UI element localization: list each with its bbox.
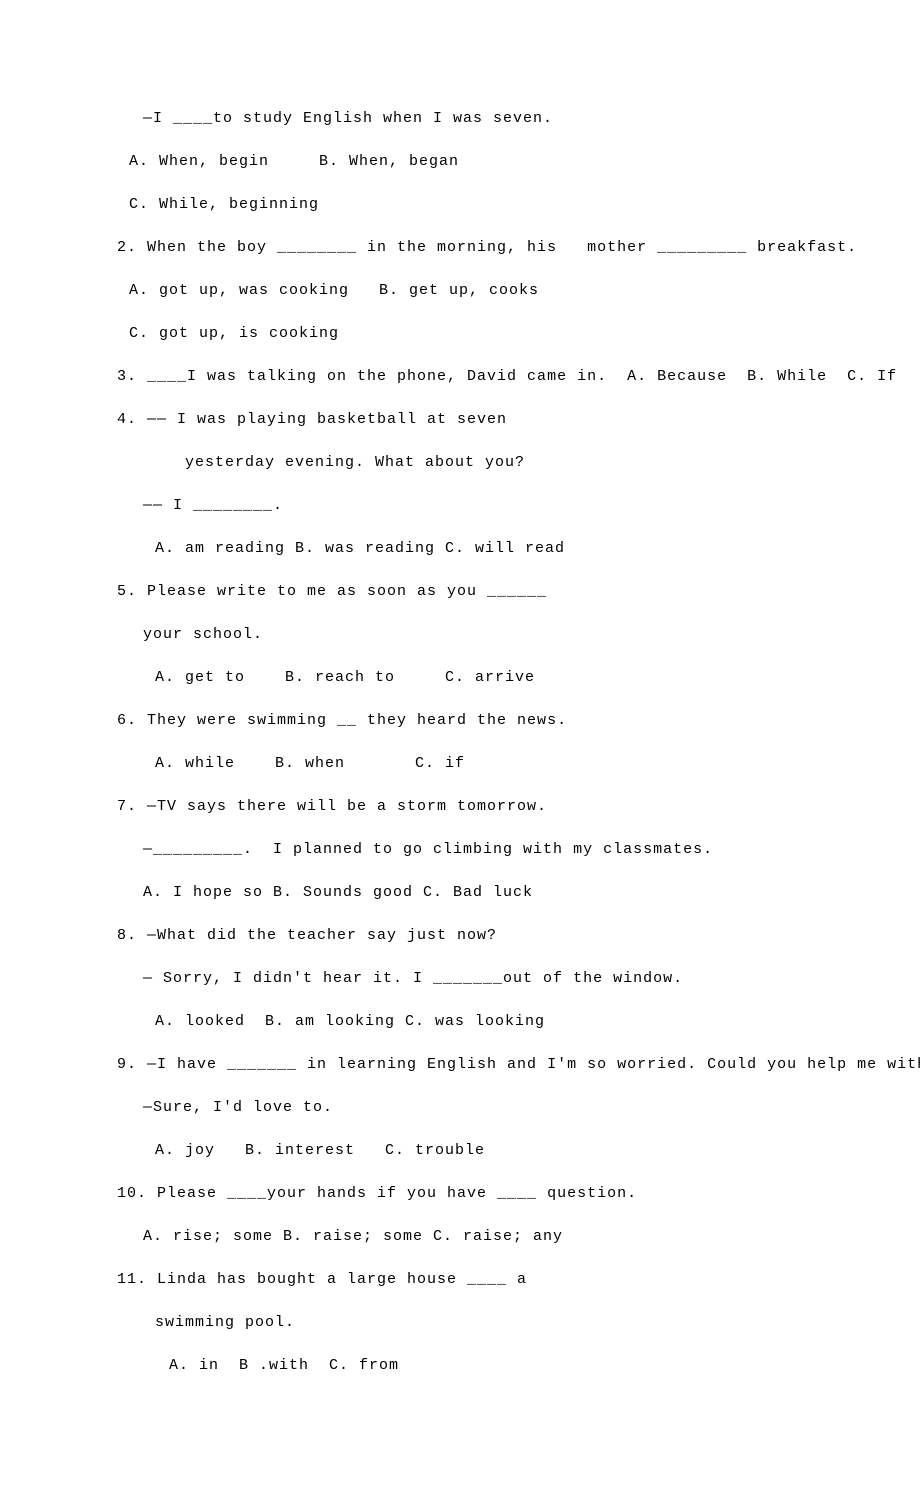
text-line: A. am reading B. was reading C. will rea… bbox=[117, 538, 810, 559]
text-line: 10. Please ____your hands if you have __… bbox=[117, 1183, 810, 1204]
text-line: A. get to B. reach to C. arrive bbox=[117, 667, 810, 688]
text-line: yesterday evening. What about you? bbox=[117, 452, 810, 473]
text-line: A. got up, was cooking B. get up, cooks bbox=[117, 280, 810, 301]
text-line: 5. Please write to me as soon as you ___… bbox=[117, 581, 810, 602]
text-line: C. While, beginning bbox=[117, 194, 810, 215]
text-line: —_________. I planned to go climbing wit… bbox=[117, 839, 810, 860]
text-line: A. joy B. interest C. trouble bbox=[117, 1140, 810, 1161]
text-line: C. got up, is cooking bbox=[117, 323, 810, 344]
text-line: swimming pool. bbox=[117, 1312, 810, 1333]
text-line: —Sure, I'd love to. bbox=[117, 1097, 810, 1118]
text-line: 4. —— I was playing basketball at seven bbox=[117, 409, 810, 430]
text-line: 3. ____I was talking on the phone, David… bbox=[117, 366, 810, 387]
text-line: 9. —I have _______ in learning English a… bbox=[117, 1054, 810, 1075]
text-line: A. while B. when C. if bbox=[117, 753, 810, 774]
text-line: A. When, begin B. When, began bbox=[117, 151, 810, 172]
document-page: —I ____to study English when I was seven… bbox=[0, 0, 920, 1498]
text-line: A. in B .with C. from bbox=[117, 1355, 810, 1376]
text-line: 8. —What did the teacher say just now? bbox=[117, 925, 810, 946]
text-line: —I ____to study English when I was seven… bbox=[117, 108, 810, 129]
text-line: A. rise; some B. raise; some C. raise; a… bbox=[117, 1226, 810, 1247]
text-line: —— I ________. bbox=[117, 495, 810, 516]
text-line: 2. When the boy ________ in the morning,… bbox=[117, 237, 810, 258]
text-line: 7. —TV says there will be a storm tomorr… bbox=[117, 796, 810, 817]
text-line: A. looked B. am looking C. was looking bbox=[117, 1011, 810, 1032]
text-line: 11. Linda has bought a large house ____ … bbox=[117, 1269, 810, 1290]
text-line: your school. bbox=[117, 624, 810, 645]
text-line: — Sorry, I didn't hear it. I _______out … bbox=[117, 968, 810, 989]
text-line: A. I hope so B. Sounds good C. Bad luck bbox=[117, 882, 810, 903]
text-line: 6. They were swimming __ they heard the … bbox=[117, 710, 810, 731]
